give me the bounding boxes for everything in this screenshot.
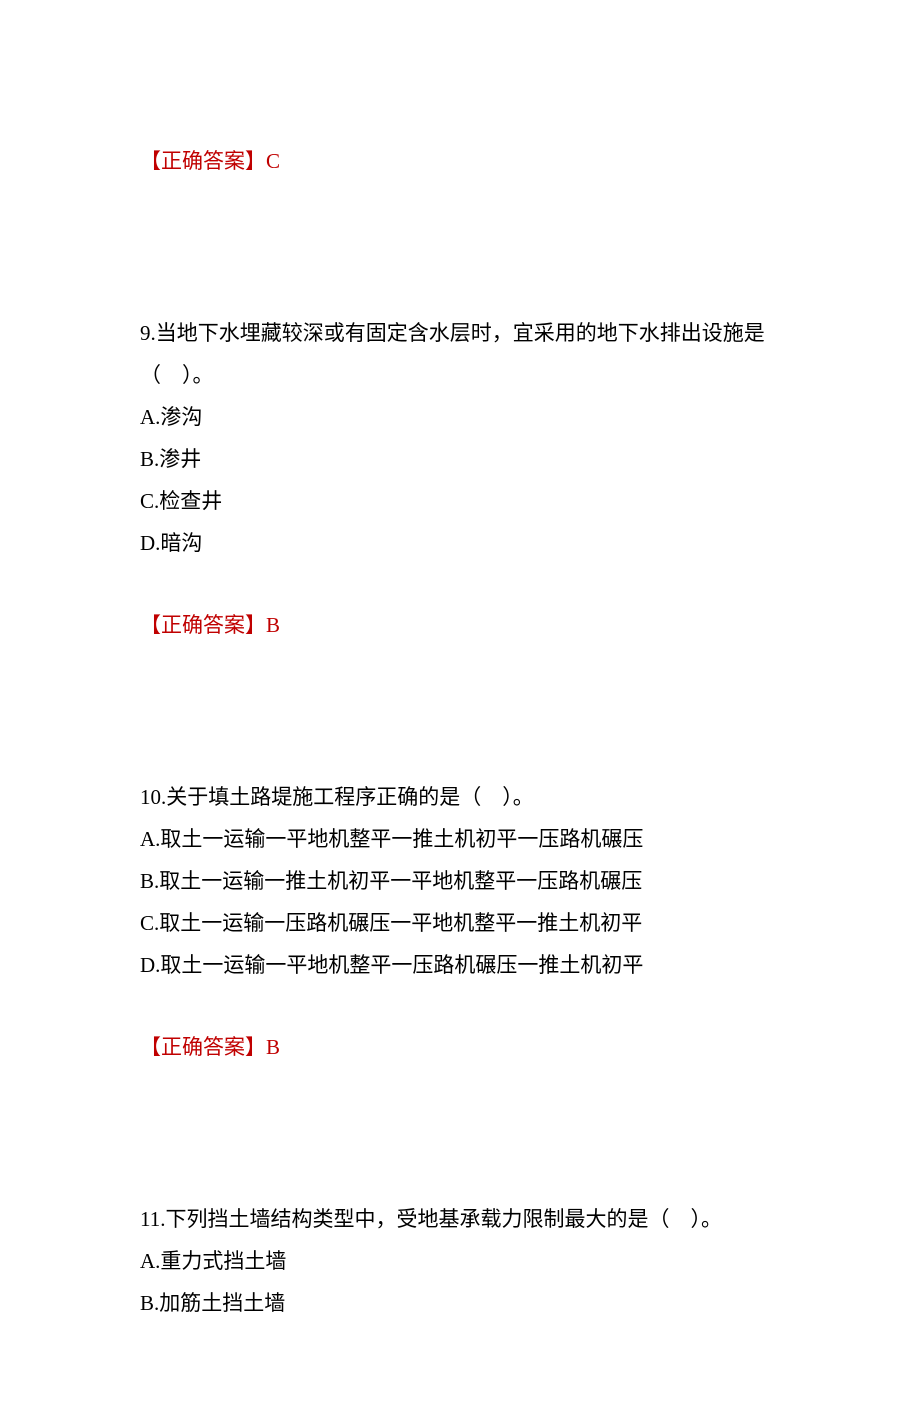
option-text: 渗井	[159, 447, 201, 471]
option-label: D.	[140, 953, 160, 977]
option-label: A.	[140, 405, 160, 429]
question-text: 当地下水埋藏较深或有固定含水层时，宜采用的地下水排出设施是（ ）。	[140, 321, 765, 387]
option-label: C.	[140, 911, 159, 935]
option-label: A.	[140, 1249, 160, 1273]
answer-value: B	[266, 1035, 280, 1059]
option-a: A.渗沟	[140, 396, 780, 438]
option-text: 检查井	[159, 489, 222, 513]
option-b: B.加筋土挡土墙	[140, 1282, 780, 1324]
option-text: 渗沟	[160, 405, 202, 429]
answer-bracket-close: 】	[245, 149, 266, 173]
option-text: 取土一运输一推土机初平一平地机整平一压路机碾压	[159, 869, 642, 893]
previous-question-answer: 【正确答案】C	[140, 140, 780, 182]
option-d: D.暗沟	[140, 522, 780, 564]
option-c: C.取土一运输一压路机碾压一平地机整平一推土机初平	[140, 902, 780, 944]
option-a: A.重力式挡土墙	[140, 1240, 780, 1282]
option-label: B.	[140, 869, 159, 893]
answer-label: 正确答案	[161, 613, 245, 637]
question-11: 11.下列挡土墙结构类型中，受地基承载力限制最大的是（ ）。 A.重力式挡土墙 …	[140, 1198, 780, 1324]
option-label: B.	[140, 1291, 159, 1315]
option-b: B.取土一运输一推土机初平一平地机整平一压路机碾压	[140, 860, 780, 902]
option-label: C.	[140, 489, 159, 513]
answer-bracket-open: 【	[140, 1035, 161, 1059]
option-text: 取土一运输一平地机整平一压路机碾压一推土机初平	[160, 953, 643, 977]
answer-value: C	[266, 149, 280, 173]
option-d: D.取土一运输一平地机整平一压路机碾压一推土机初平	[140, 944, 780, 986]
question-number: 9.	[140, 321, 156, 345]
answer-bracket-close: 】	[245, 613, 266, 637]
option-b: B.渗井	[140, 438, 780, 480]
option-label: B.	[140, 447, 159, 471]
question-stem: 10.关于填土路堤施工程序正确的是（ ）。	[140, 776, 780, 818]
question-10-answer: 【正确答案】B	[140, 1026, 780, 1068]
option-text: 重力式挡土墙	[160, 1249, 286, 1273]
option-c: C.检查井	[140, 480, 780, 522]
option-label: A.	[140, 827, 160, 851]
answer-bracket-close: 】	[245, 1035, 266, 1059]
question-number: 11.	[140, 1207, 165, 1231]
question-text: 下列挡土墙结构类型中，受地基承载力限制最大的是（ ）。	[165, 1207, 722, 1231]
answer-label: 正确答案	[161, 1035, 245, 1059]
option-text: 加筋土挡土墙	[159, 1291, 285, 1315]
option-text: 取土一运输一平地机整平一推土机初平一压路机碾压	[160, 827, 643, 851]
option-text: 取土一运输一压路机碾压一平地机整平一推土机初平	[159, 911, 642, 935]
answer-bracket-open: 【	[140, 149, 161, 173]
document-page: 【正确答案】C 9.当地下水埋藏较深或有固定含水层时，宜采用的地下水排出设施是（…	[0, 0, 920, 1424]
answer-value: B	[266, 613, 280, 637]
question-9-answer: 【正确答案】B	[140, 604, 780, 646]
question-number: 10.	[140, 785, 166, 809]
option-label: D.	[140, 531, 160, 555]
question-stem: 9.当地下水埋藏较深或有固定含水层时，宜采用的地下水排出设施是（ ）。	[140, 312, 780, 396]
question-9: 9.当地下水埋藏较深或有固定含水层时，宜采用的地下水排出设施是（ ）。 A.渗沟…	[140, 312, 780, 646]
answer-label: 正确答案	[161, 149, 245, 173]
question-10: 10.关于填土路堤施工程序正确的是（ ）。 A.取土一运输一平地机整平一推土机初…	[140, 776, 780, 1068]
answer-bracket-open: 【	[140, 613, 161, 637]
option-a: A.取土一运输一平地机整平一推土机初平一压路机碾压	[140, 818, 780, 860]
option-text: 暗沟	[160, 531, 202, 555]
question-stem: 11.下列挡土墙结构类型中，受地基承载力限制最大的是（ ）。	[140, 1198, 780, 1240]
question-text: 关于填土路堤施工程序正确的是（ ）。	[166, 785, 534, 809]
